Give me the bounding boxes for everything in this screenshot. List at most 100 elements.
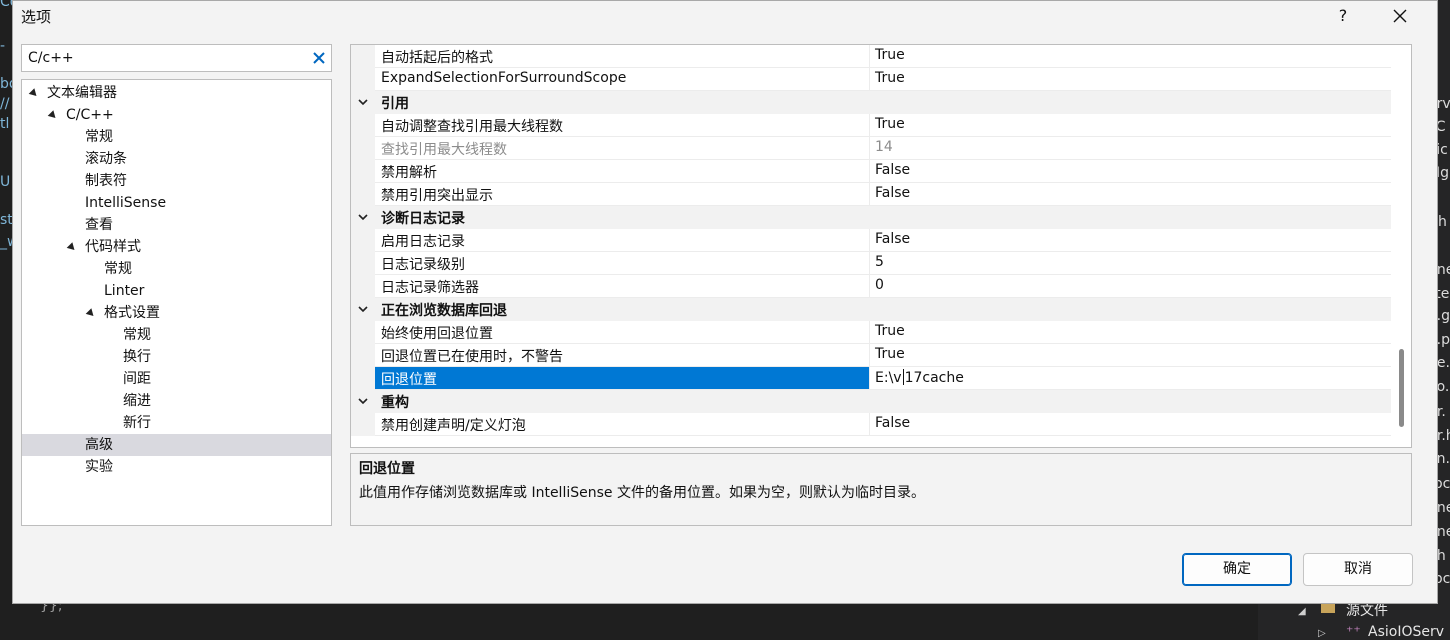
tree-item-label: 常规 xyxy=(85,129,113,145)
property-row[interactable]: 禁用创建声明/定义灯泡 False xyxy=(351,413,1391,436)
tree-item-label: 制表符 xyxy=(85,173,127,189)
tree-item[interactable]: 常规 xyxy=(22,324,331,346)
column-divider xyxy=(869,137,870,160)
close-button[interactable] xyxy=(1385,1,1415,31)
tree-item[interactable]: 文本编辑器 xyxy=(22,82,331,104)
property-row[interactable]: 日志记录级别 5 xyxy=(351,252,1391,275)
property-value[interactable]: False xyxy=(875,162,910,178)
tree-item[interactable]: 常规 xyxy=(22,258,331,280)
column-divider xyxy=(869,183,870,206)
options-dialog: 选项 ? 文本编辑器C/C++常规滚动条制表符IntelliSense查看代码样… xyxy=(12,0,1438,604)
tree-item[interactable]: 间距 xyxy=(22,368,331,390)
tree-item[interactable]: 缩进 xyxy=(22,390,331,412)
description-text: 此值用作存储浏览数据库或 IntelliSense 文件的备用位置。如果为空，则… xyxy=(359,485,925,501)
property-name: 禁用引用突出显示 xyxy=(381,188,493,204)
row-gutter xyxy=(351,275,375,298)
property-category[interactable]: 正在浏览数据库回退 xyxy=(351,298,1391,321)
property-value[interactable]: False xyxy=(875,185,910,201)
tree-item[interactable]: 新行 xyxy=(22,412,331,434)
property-row[interactable]: 始终使用回退位置 True xyxy=(351,321,1391,344)
options-tree: 文本编辑器 C/C++ 常规 滚动条 制表符 IntelliSense 查看 代码样式 常规 Li… xyxy=(21,79,332,526)
property-row[interactable]: 回退位置 E:\v 17cache xyxy=(351,367,1391,390)
row-gutter xyxy=(351,183,375,206)
tree-item[interactable]: C/C++ xyxy=(22,104,331,126)
collapse-chevron-icon[interactable] xyxy=(358,212,368,222)
row-gutter xyxy=(351,413,375,436)
expanded-arrow-icon[interactable] xyxy=(28,88,40,99)
tree-item[interactable]: 制表符 xyxy=(22,170,331,192)
tree-item-label: 常规 xyxy=(123,327,151,343)
property-value[interactable]: True xyxy=(875,323,905,339)
property-row[interactable]: 禁用引用突出显示 False xyxy=(351,183,1391,206)
expanded-arrow-icon[interactable] xyxy=(47,110,59,121)
cancel-button[interactable]: 取消 xyxy=(1303,553,1413,586)
property-row[interactable]: 启用日志记录 False xyxy=(351,229,1391,252)
property-category[interactable]: 引用 xyxy=(351,91,1391,114)
column-divider xyxy=(869,45,870,68)
row-gutter xyxy=(351,45,375,68)
search-input[interactable] xyxy=(28,48,298,68)
property-row[interactable]: 禁用解析 False xyxy=(351,160,1391,183)
clear-search-icon[interactable] xyxy=(311,50,327,66)
property-value[interactable]: True xyxy=(875,70,905,86)
property-value[interactable]: True xyxy=(875,47,905,63)
scrollbar-thumb[interactable] xyxy=(1399,349,1404,427)
tree-item-label: 缩进 xyxy=(123,393,151,409)
row-gutter xyxy=(351,160,375,183)
property-value[interactable]: False xyxy=(875,231,910,247)
tree-item[interactable]: 查看 xyxy=(22,214,331,236)
property-category[interactable]: 诊断日志记录 xyxy=(351,206,1391,229)
collapse-chevron-icon[interactable] xyxy=(358,396,368,406)
property-name-cell xyxy=(375,160,869,183)
help-button[interactable]: ? xyxy=(1331,3,1355,29)
property-value-input[interactable]: E:\v 17cache xyxy=(875,369,964,386)
property-value[interactable]: True xyxy=(875,346,905,362)
property-row[interactable]: 自动括起后的格式 True xyxy=(351,45,1391,68)
value-text-before-caret: E:\v xyxy=(875,370,902,386)
background-code-fragment: _w xyxy=(0,234,12,250)
tree-item-label: 文本编辑器 xyxy=(47,85,117,101)
row-gutter xyxy=(351,321,375,344)
tree-item-label: 实验 xyxy=(85,459,113,475)
property-name-cell xyxy=(375,367,869,390)
expanded-arrow-icon[interactable] xyxy=(66,242,78,253)
tree-item[interactable]: 常规 xyxy=(22,126,331,148)
property-row[interactable]: ExpandSelectionForSurroundScope True xyxy=(351,68,1391,91)
expanded-arrow-icon[interactable] xyxy=(85,308,97,319)
collapse-chevron-icon[interactable] xyxy=(358,97,368,107)
tree-item[interactable]: Linter xyxy=(22,280,331,302)
property-name: 回退位置 xyxy=(381,372,437,388)
ok-button[interactable]: 确定 xyxy=(1182,553,1292,586)
property-name: 日志记录级别 xyxy=(381,257,465,273)
property-row[interactable]: 查找引用最大线程数 14 xyxy=(351,137,1391,160)
tree-item[interactable]: 换行 xyxy=(22,346,331,368)
collapse-chevron-icon[interactable] xyxy=(358,304,368,314)
tree-item[interactable]: IntelliSense xyxy=(22,192,331,214)
category-label: 重构 xyxy=(381,395,409,411)
property-row[interactable]: 回退位置已在使用时，不警告 True xyxy=(351,344,1391,367)
property-value[interactable]: True xyxy=(875,116,905,132)
tree-item[interactable]: 高级 xyxy=(22,434,331,456)
tree-item[interactable]: 实验 xyxy=(22,456,331,478)
tree-item-label: 新行 xyxy=(123,415,151,431)
property-value[interactable]: 0 xyxy=(875,277,884,293)
property-name: 日志记录筛选器 xyxy=(381,280,479,296)
tree-item-label: Linter xyxy=(104,283,145,299)
tree-item[interactable]: 滚动条 xyxy=(22,148,331,170)
property-name: 始终使用回退位置 xyxy=(381,326,493,342)
row-gutter xyxy=(351,114,375,137)
property-row[interactable]: 日志记录筛选器 0 xyxy=(351,275,1391,298)
search-box xyxy=(21,44,332,72)
property-value[interactable]: False xyxy=(875,415,910,431)
property-row[interactable]: 自动调整查找引用最大线程数 True xyxy=(351,114,1391,137)
tree-item-label: IntelliSense xyxy=(85,195,167,211)
category-label: 正在浏览数据库回退 xyxy=(381,303,507,319)
category-label: 诊断日志记录 xyxy=(381,211,465,227)
tree-item-label: C/C++ xyxy=(66,107,114,123)
property-value[interactable]: 5 xyxy=(875,254,884,270)
tree-item[interactable]: 代码样式 xyxy=(22,236,331,258)
vertical-scrollbar[interactable] xyxy=(1391,45,1411,447)
property-category[interactable]: 重构 xyxy=(351,390,1391,413)
property-value[interactable]: 14 xyxy=(875,139,893,155)
tree-item[interactable]: 格式设置 xyxy=(22,302,331,324)
